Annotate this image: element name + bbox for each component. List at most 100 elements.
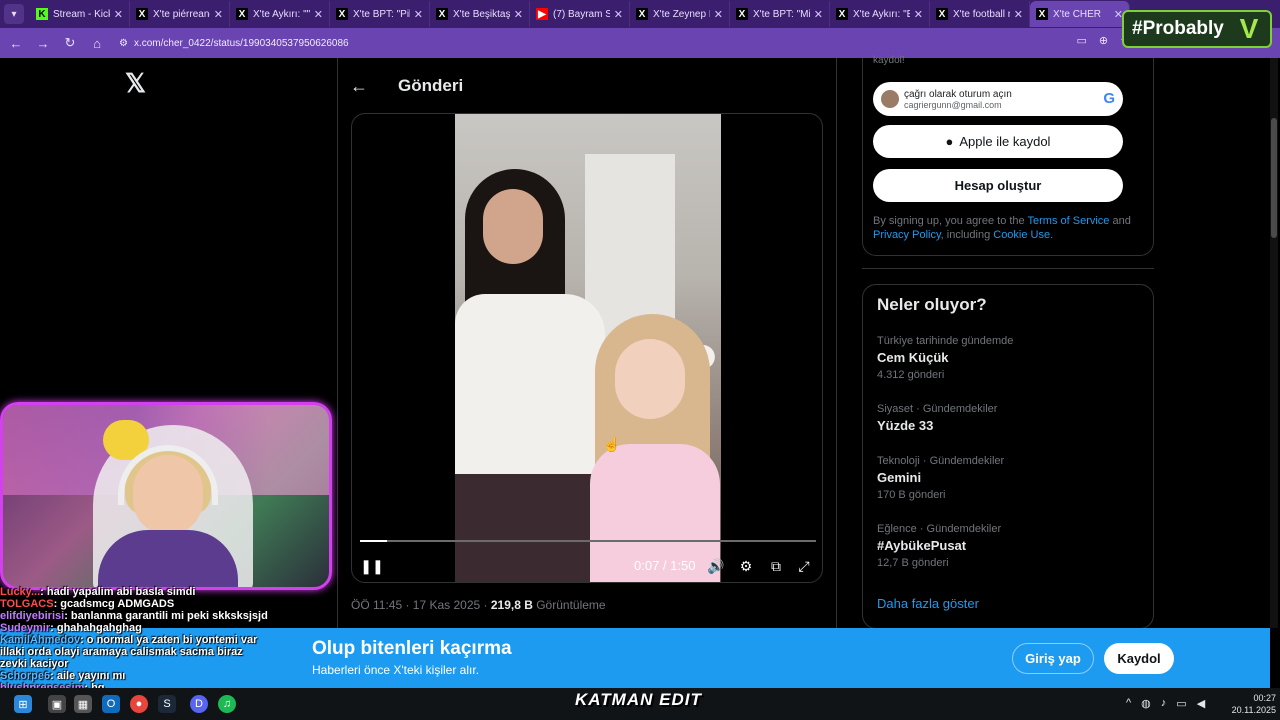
- terms-text: , including: [940, 229, 994, 241]
- tab-close-icon[interactable]: ✕: [614, 8, 623, 21]
- file-explorer-icon[interactable]: ▦: [74, 695, 92, 713]
- tab-close-icon[interactable]: ✕: [914, 8, 923, 21]
- network-icon[interactable]: ◍: [1141, 697, 1151, 710]
- steam-icon[interactable]: S: [158, 695, 176, 713]
- browser-tab[interactable]: K Stream - Kick ✕: [30, 1, 130, 27]
- task-view-icon[interactable]: ▣: [48, 695, 66, 713]
- youtube-icon: ▶: [536, 8, 548, 20]
- settings-gear-icon[interactable]: ⚙: [736, 556, 756, 576]
- chat-message: TOLGACS: gcadsmcg ADMGADS: [0, 598, 330, 610]
- browser-tab[interactable]: X X'te Zeynep Ko ✕: [630, 1, 730, 27]
- google-signin-button[interactable]: çağrı olarak oturum açın cagriergunn@gma…: [873, 82, 1123, 116]
- video-progress-bar[interactable]: [360, 540, 816, 542]
- pause-icon[interactable]: ❚❚: [360, 556, 383, 576]
- show-more-link[interactable]: Daha fazla göster: [877, 596, 979, 611]
- tab-close-icon[interactable]: ✕: [714, 8, 723, 21]
- home-icon[interactable]: ⌂: [85, 31, 109, 55]
- outlook-icon[interactable]: O: [102, 695, 120, 713]
- browser-tab[interactable]: ▶ (7) Bayram Sohb ✕: [530, 1, 630, 27]
- system-tray: ^ ◍ ♪ ▭ ◀: [1126, 697, 1205, 710]
- post-meta: ÖÖ 11:45 · 17 Kas 2025 · 219,8 B Görüntü…: [351, 598, 606, 612]
- tab-close-icon[interactable]: ✕: [1014, 8, 1023, 21]
- tab-close-icon[interactable]: ✕: [314, 8, 323, 21]
- scrollbar-thumb[interactable]: [1271, 118, 1277, 238]
- browser-tab[interactable]: X X'te football m ✕: [930, 1, 1030, 27]
- back-arrow-icon[interactable]: ←: [350, 76, 368, 97]
- volume-icon[interactable]: 🔊: [706, 556, 726, 576]
- create-account-label: Hesap oluştur: [954, 178, 1042, 193]
- apple-signup-button[interactable]: ● Apple ile kaydol: [873, 125, 1123, 158]
- browser-tab[interactable]: X X'te BPT: "Miss ✕: [730, 1, 830, 27]
- chrome-icon[interactable]: ●: [130, 695, 148, 713]
- trends-title: Neler oluyor?: [877, 295, 987, 314]
- cookie-link[interactable]: Cookie Use: [993, 229, 1050, 241]
- forward-icon[interactable]: →: [31, 31, 55, 55]
- picture-in-picture-icon[interactable]: ⧉: [766, 556, 786, 576]
- video-frame[interactable]: [455, 114, 721, 582]
- trend-name: #AybükePusat: [877, 538, 967, 553]
- tab-close-icon[interactable]: ✕: [514, 8, 523, 21]
- apple-signup-label: Apple ile kaydol: [959, 134, 1051, 149]
- page-title: Gönderi: [398, 76, 464, 95]
- probably-logo-text: #Probably: [1132, 18, 1224, 39]
- trend-item[interactable]: Teknoloji · Gündemdekiler Gemini 170 B g…: [877, 455, 1137, 501]
- signup-top-text: kaydol!: [873, 55, 905, 66]
- page-scrollbar[interactable]: [1270, 58, 1278, 628]
- video-player[interactable]: ❚❚ 0:07 / 1:50 🔊 ⚙ ⧉ ⤢: [351, 113, 823, 583]
- discord-icon[interactable]: D: [190, 695, 208, 713]
- video-scene-woman: [455, 154, 716, 582]
- trend-item[interactable]: Eğlence · Gündemdekiler #AybükePusat 12,…: [877, 523, 1137, 569]
- microphone-icon[interactable]: ♪: [1161, 697, 1167, 710]
- trend-name: Yüzde 33: [877, 418, 934, 433]
- tab-close-icon[interactable]: ✕: [414, 8, 423, 21]
- spotify-icon[interactable]: ♫: [218, 695, 236, 713]
- streamer-webcam: [0, 402, 332, 590]
- chat-username: Lucky...: [0, 586, 41, 598]
- address-bar: ← → ↻ ⌂ ⚙ x.com/cher_0422/status/1990340…: [0, 28, 1280, 58]
- tab-label: Stream - Kick: [53, 8, 110, 20]
- probably-v-icon: V: [1239, 13, 1259, 44]
- taskbar-clock[interactable]: 00:27 20.11.2025: [1224, 692, 1276, 716]
- zoom-icon[interactable]: ⊕: [1099, 34, 1108, 47]
- trend-item[interactable]: Türkiye tarihinde gündemde Cem Küçük 4.3…: [877, 335, 1137, 381]
- tab-close-icon[interactable]: ✕: [214, 8, 223, 21]
- browser-tab[interactable]: X X'te Beşiktaş JK ✕: [430, 1, 530, 27]
- tab-label: X'te BPT: "Piliç: [353, 8, 410, 20]
- site-info-icon[interactable]: ⚙: [119, 38, 128, 49]
- fullscreen-icon[interactable]: ⤢: [794, 556, 814, 576]
- register-button[interactable]: Kaydol: [1104, 643, 1174, 674]
- privacy-link[interactable]: Privacy Policy: [873, 229, 941, 241]
- trend-context: Siyaset · Gündemdekiler: [877, 403, 998, 415]
- reload-icon[interactable]: ↻: [58, 31, 82, 55]
- tab-close-icon[interactable]: ✕: [814, 8, 823, 21]
- speaker-icon[interactable]: ◀: [1197, 697, 1205, 710]
- tab-label: X'te Zeynep Ko: [653, 8, 710, 20]
- post-timestamp[interactable]: ÖÖ 11:45 · 17 Kas 2025 ·: [351, 598, 491, 612]
- trend-name: Gemini: [877, 470, 922, 485]
- chat-text: : o normal ya zaten bi yontemi var: [80, 634, 258, 646]
- install-app-icon[interactable]: ▭: [1077, 34, 1087, 47]
- tab-close-icon[interactable]: ✕: [114, 8, 123, 21]
- trend-context: Türkiye tarihinde gündemde: [877, 335, 1014, 347]
- trend-item[interactable]: Siyaset · Gündemdekiler Yüzde 33: [877, 403, 1137, 433]
- login-button[interactable]: Giriş yap: [1012, 643, 1094, 674]
- signup-terms: By signing up, you agree to the Terms of…: [873, 214, 1148, 242]
- windows-start-icon[interactable]: ⊞: [14, 695, 32, 713]
- tray-chevron-icon[interactable]: ^: [1126, 697, 1131, 710]
- chat-text: zevki kaciyor: [0, 658, 69, 670]
- display-icon[interactable]: ▭: [1176, 697, 1186, 710]
- tab-search-icon[interactable]: ▾: [4, 4, 24, 24]
- back-icon[interactable]: ←: [4, 31, 28, 55]
- chat-text: : aile yayını mı: [50, 670, 126, 682]
- url-field[interactable]: ⚙ x.com/cher_0422/status/199034053795062…: [119, 38, 349, 49]
- terms-link[interactable]: Terms of Service: [1028, 215, 1110, 227]
- browser-tab[interactable]: X X'te Aykırı: ""Ay ✕: [230, 1, 330, 27]
- create-account-button[interactable]: Hesap oluştur: [873, 169, 1123, 202]
- browser-tab[interactable]: X X'te CHER ✕: [1030, 1, 1130, 27]
- browser-tab[interactable]: X X'te Aykırı: "Eğ ✕: [830, 1, 930, 27]
- banner-title: Olup bitenleri kaçırma: [312, 638, 512, 659]
- browser-tab[interactable]: X X'te BPT: "Piliç ✕: [330, 1, 430, 27]
- chat-username: TOLGACS: [0, 598, 54, 610]
- x-logo-icon[interactable]: 𝕏: [125, 68, 146, 99]
- browser-tab[interactable]: X X'te piérreancor ✕: [130, 1, 230, 27]
